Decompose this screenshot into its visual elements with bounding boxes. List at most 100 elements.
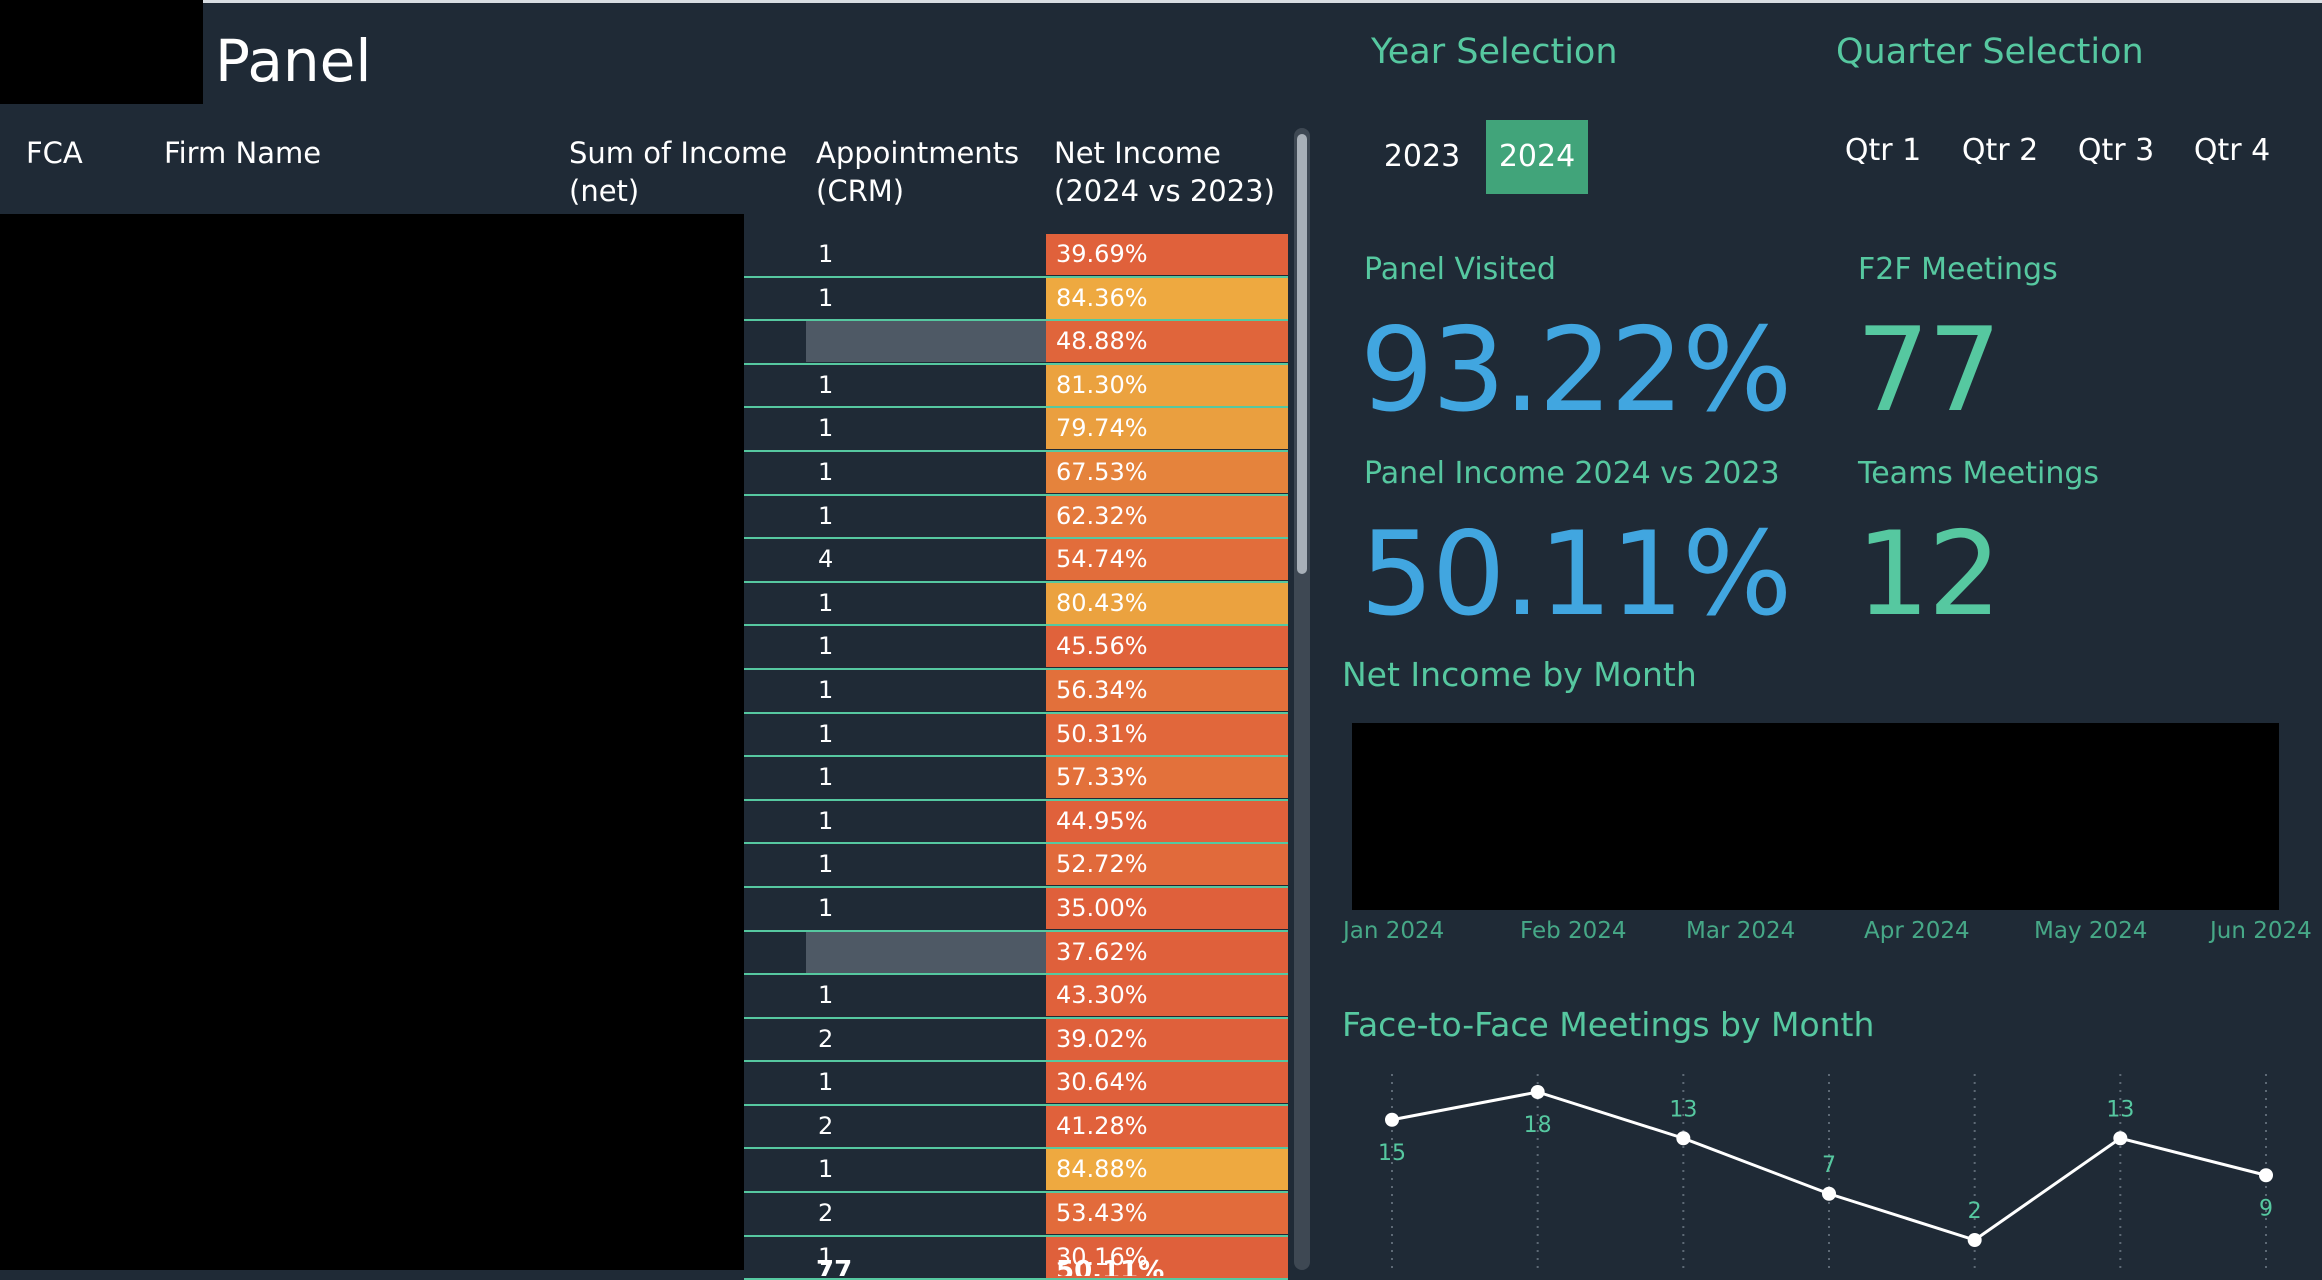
table-row[interactable]: 2 39.02% [744, 1018, 1288, 1063]
net-income-cell: 30.64% [1046, 1062, 1288, 1104]
table-scrollbar-thumb[interactable] [1297, 134, 1307, 574]
net-income-cell: 43.30% [1046, 975, 1288, 1017]
net-income-cell: 50.31% [1046, 713, 1288, 755]
net-income-cell: 52.72% [1046, 844, 1288, 886]
table-row[interactable]: 1 62.32% [744, 495, 1288, 540]
table-row[interactable]: 1 81.30% [744, 364, 1288, 409]
table-row[interactable]: 1 35.00% [744, 887, 1288, 932]
data-label: 15 [1378, 1141, 1406, 1166]
table-row[interactable]: 1 80.43% [744, 582, 1288, 627]
table-row[interactable]: 1 79.74% [744, 408, 1288, 452]
quarter-button-qtr2[interactable]: Qtr 2 [1952, 114, 2048, 188]
data-label: 2 [1968, 1199, 1982, 1224]
kpi-teams-meetings-value: 12 [1856, 507, 2002, 642]
data-point[interactable] [1530, 1085, 1545, 1099]
table-row[interactable]: 48.88% [744, 321, 1288, 365]
year-selection-label: Year Selection [1371, 32, 1618, 72]
table-row[interactable]: 1 84.36% [744, 277, 1288, 322]
data-point[interactable] [1822, 1186, 1836, 1201]
column-header-appointments[interactable]: Appointments (CRM) [816, 134, 1019, 210]
appointments-cell: 1 [818, 283, 834, 312]
month-label-jun: Jun 2024 [2210, 918, 2312, 944]
data-point[interactable] [2259, 1168, 2273, 1183]
appointments-cell: 4 [818, 545, 834, 574]
month-label-may: May 2024 [2034, 918, 2148, 944]
appointments-cell [806, 321, 1046, 363]
table-row[interactable]: 1 84.88% [744, 1149, 1288, 1194]
table-row[interactable]: 1 30.64% [744, 1062, 1288, 1106]
table-row[interactable]: 1 44.95% [744, 800, 1288, 845]
quarter-button-qtr4[interactable]: Qtr 4 [2184, 114, 2280, 188]
column-header-net-income[interactable]: Net Income (2024 vs 2023) [1054, 134, 1275, 210]
quarter-button-qtr3[interactable]: Qtr 3 [2068, 114, 2164, 188]
table-row[interactable]: 1 43.30% [744, 975, 1288, 1019]
table-row[interactable]: 1 56.34% [744, 669, 1288, 714]
total-appointments: 77 [816, 1256, 853, 1276]
appointments-cell: 1 [818, 370, 834, 399]
table-row[interactable]: 4 54.74% [744, 539, 1288, 583]
appointments-cell: 1 [818, 501, 834, 530]
net-income-cell: 80.43% [1046, 582, 1288, 624]
month-label-feb: Feb 2024 [1520, 918, 1627, 944]
column-header-fca[interactable]: FCA [26, 134, 83, 172]
table-row[interactable]: 1 45.56% [744, 626, 1288, 670]
net-income-chart-redacted [1352, 723, 2279, 910]
f2f-chart-title: Face-to-Face Meetings by Month [1342, 1005, 1875, 1044]
table-row[interactable]: 1 50.31% [744, 713, 1288, 758]
year-button-2023[interactable]: 2023 [1372, 120, 1472, 194]
appointments-cell: 1 [818, 675, 834, 704]
appointments-cell: 1 [818, 240, 834, 268]
month-label-jan: Jan 2024 [1343, 918, 1445, 944]
appointments-cell: 2 [818, 1024, 834, 1053]
column-header-sum-income[interactable]: Sum of Income (net) [569, 134, 787, 210]
net-income-cell: 41.28% [1046, 1105, 1288, 1147]
table-totals-row: 77 50.11% [744, 1256, 1288, 1276]
net-income-cell: 35.00% [1046, 887, 1288, 929]
kpi-panel-income-value: 50.11% [1360, 507, 1792, 642]
year-button-2024[interactable]: 2024 [1486, 120, 1588, 194]
net-income-cell: 79.74% [1046, 408, 1288, 450]
kpi-panel-visited-label: Panel Visited [1364, 252, 1556, 287]
data-label: 7 [1822, 1153, 1836, 1178]
net-income-cell: 53.43% [1046, 1193, 1288, 1235]
data-point[interactable] [2113, 1131, 2128, 1146]
net-income-cell: 57.33% [1046, 757, 1288, 799]
table-row[interactable]: 1 67.53% [744, 451, 1288, 496]
data-point[interactable] [1676, 1131, 1691, 1146]
appointments-cell: 1 [818, 893, 834, 922]
table-header: FCA Firm Name Sum of Income (net) Appoin… [0, 104, 1292, 214]
table-row[interactable]: 1 39.69% [744, 234, 1288, 278]
kpi-panel-income-label: Panel Income 2024 vs 2023 [1364, 456, 1780, 491]
table-row[interactable]: 1 52.72% [744, 844, 1288, 888]
appointments-cell: 1 [818, 981, 834, 1010]
appointments-cell: 1 [818, 1068, 834, 1097]
appointments-cell: 2 [818, 1199, 834, 1228]
data-point[interactable] [1967, 1233, 1982, 1247]
data-point[interactable] [1385, 1112, 1399, 1127]
table-row[interactable]: 1 57.33% [744, 757, 1288, 801]
column-header-firm-name[interactable]: Firm Name [164, 134, 321, 172]
kpi-teams-meetings-label: Teams Meetings [1858, 456, 2100, 491]
page-title: Panel [215, 27, 372, 95]
table-row[interactable]: 2 41.28% [744, 1105, 1288, 1150]
net-income-cell: 56.34% [1046, 669, 1288, 711]
net-income-cell: 39.02% [1046, 1018, 1288, 1060]
quarter-button-qtr1[interactable]: Qtr 1 [1838, 114, 1928, 188]
kpi-panel-visited-value: 93.22% [1360, 303, 1792, 438]
kpi-f2f-meetings-value: 77 [1856, 303, 2002, 438]
appointments-cell: 1 [818, 632, 834, 661]
appointments-cell: 1 [818, 588, 834, 617]
f2f-line-chart: 15 18 13 7 2 13 9 [1378, 1074, 2273, 1270]
table-row[interactable]: 37.62% [744, 931, 1288, 976]
appointments-cell: 2 [818, 1111, 834, 1140]
appointments-cell: 1 [818, 414, 834, 443]
table-row[interactable]: 2 53.43% [744, 1193, 1288, 1237]
month-label-mar: Mar 2024 [1686, 918, 1796, 944]
net-income-cell: 84.88% [1046, 1149, 1288, 1191]
kpi-f2f-meetings-label: F2F Meetings [1858, 252, 2058, 287]
data-label: 13 [1669, 1097, 1697, 1122]
net-income-cell: 84.36% [1046, 277, 1288, 319]
data-label: 13 [2106, 1097, 2134, 1122]
table-body: 1 39.69% 1 84.36% 48.88% 1 81.30% 1 79.74% 1 67.53… [744, 234, 1288, 1280]
appointments-cell: 1 [818, 763, 834, 792]
